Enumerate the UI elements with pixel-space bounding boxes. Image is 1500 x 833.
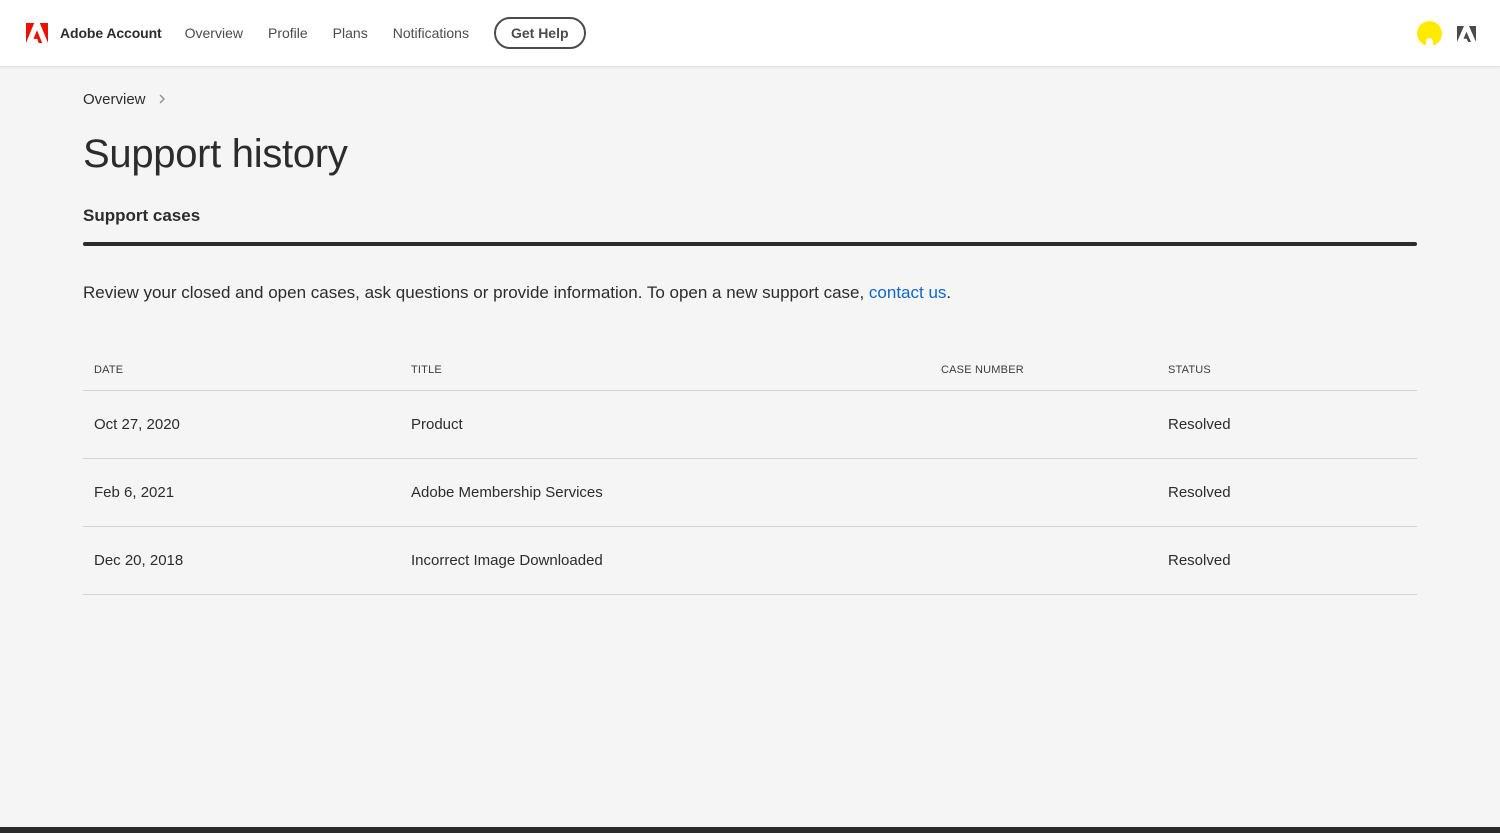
column-header-case-number: CASE NUMBER (941, 363, 1024, 376)
table-row[interactable]: Oct 27, 2020 Product Resolved (83, 391, 1417, 459)
main-nav: Overview Profile Plans Notifications Get… (185, 17, 586, 49)
breadcrumb-overview[interactable]: Overview (83, 91, 146, 108)
intro-text: Review your closed and open cases, ask q… (83, 282, 1417, 304)
page-title: Support history (83, 132, 348, 176)
table-header: DATE TITLE CASE NUMBER STATUS (83, 349, 1417, 391)
intro-end: . (946, 283, 952, 302)
cell-title: Adobe Membership Services (411, 484, 603, 501)
adobe-logo-icon (26, 23, 48, 43)
cell-title: Product (411, 416, 463, 433)
column-header-date: DATE (94, 363, 124, 376)
cell-title: Incorrect Image Downloaded (411, 552, 603, 569)
top-navigation-bar: Adobe Account Overview Profile Plans Not… (0, 0, 1500, 67)
avatar[interactable] (1417, 21, 1442, 46)
cell-date: Dec 20, 2018 (94, 552, 184, 569)
column-header-title: TITLE (411, 363, 442, 376)
nav-item-notifications[interactable]: Notifications (393, 25, 469, 41)
cell-date: Feb 6, 2021 (94, 484, 175, 501)
support-cases-table: DATE TITLE CASE NUMBER STATUS Oct 27, 20… (83, 349, 1417, 595)
chevron-right-icon (159, 94, 165, 104)
section-title: Support cases (83, 206, 201, 225)
get-help-button[interactable]: Get Help (493, 17, 586, 49)
cell-status: Resolved (1168, 552, 1231, 569)
column-header-status: STATUS (1168, 363, 1211, 376)
user-controls (1417, 21, 1476, 46)
table-row[interactable]: Feb 6, 2021 Adobe Membership Services Re… (83, 459, 1417, 527)
contact-us-link[interactable]: contact us (869, 283, 947, 302)
nav-item-profile[interactable]: Profile (268, 25, 308, 41)
breadcrumb: Overview (83, 89, 1417, 109)
intro-body: Review your closed and open cases, ask q… (83, 283, 869, 302)
nav-item-plans[interactable]: Plans (333, 25, 368, 41)
brand-name: Adobe Account (60, 25, 162, 41)
bottom-bar (0, 827, 1500, 833)
main-content: Overview Support history Support cases R… (83, 67, 1417, 595)
cell-status: Resolved (1168, 416, 1231, 433)
brand[interactable]: Adobe Account (26, 23, 162, 43)
cell-status: Resolved (1168, 484, 1231, 501)
adobe-apps-icon[interactable] (1457, 25, 1476, 42)
nav-item-overview[interactable]: Overview (185, 25, 243, 41)
cell-date: Oct 27, 2020 (94, 416, 180, 433)
section-divider (83, 242, 1417, 246)
table-row[interactable]: Dec 20, 2018 Incorrect Image Downloaded … (83, 527, 1417, 595)
